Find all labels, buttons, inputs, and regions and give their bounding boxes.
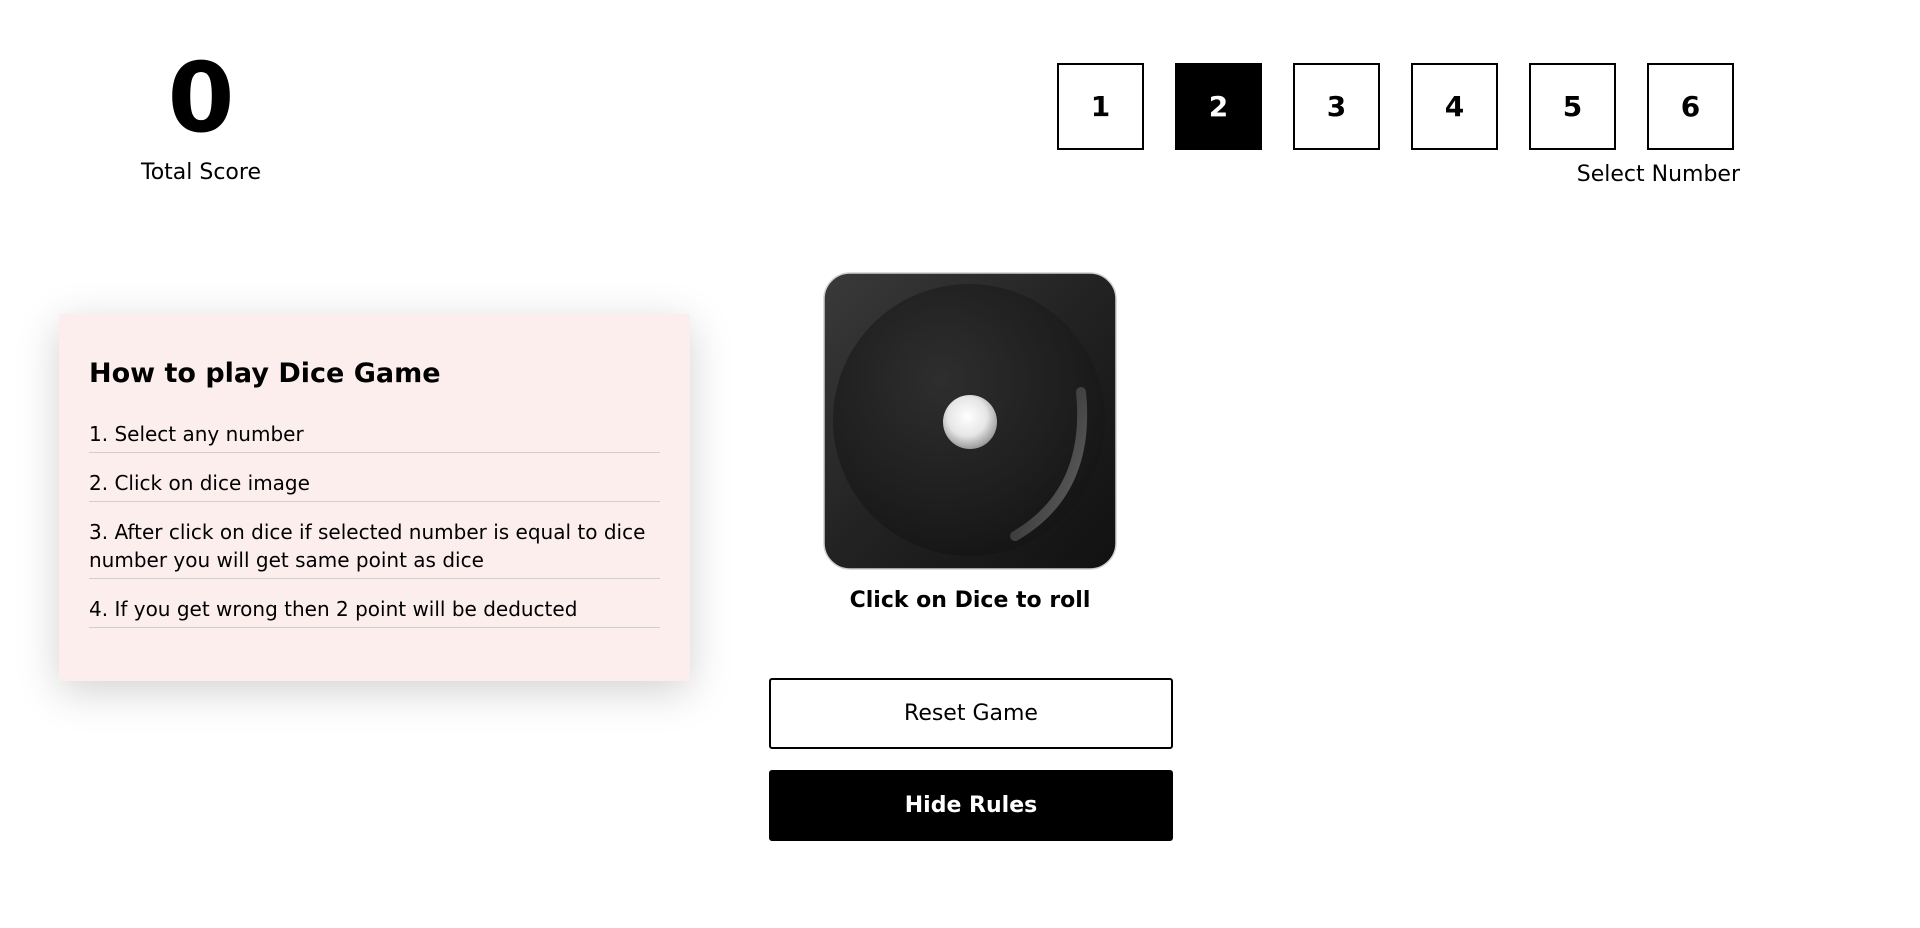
- number-box-3[interactable]: 3: [1293, 63, 1380, 150]
- dice-face-one-icon[interactable]: [823, 272, 1117, 570]
- rule-item: 1. Select any number: [89, 414, 660, 453]
- hide-rules-button[interactable]: Hide Rules: [769, 770, 1173, 841]
- number-box-5[interactable]: 5: [1529, 63, 1616, 150]
- rule-item: 3. After click on dice if selected numbe…: [89, 512, 660, 579]
- rules-title: How to play Dice Game: [89, 358, 441, 389]
- dice-game-page: 0 Total Score 1 2 3 4 5 6 Select Number …: [0, 0, 1920, 928]
- dice-area: Click on Dice to roll: [823, 272, 1117, 613]
- rule-item: 4. If you get wrong then 2 point will be…: [89, 589, 660, 628]
- number-box-4[interactable]: 4: [1411, 63, 1498, 150]
- number-box-1[interactable]: 1: [1057, 63, 1144, 150]
- dice-caption: Click on Dice to roll: [849, 588, 1091, 613]
- total-score-value: 0: [167, 42, 235, 154]
- score-block: 0 Total Score: [140, 50, 262, 186]
- rules-panel: How to play Dice Game 1. Select any numb…: [59, 314, 690, 681]
- total-score-label: Total Score: [141, 160, 261, 185]
- number-selector: 1 2 3 4 5 6 Select Number: [1057, 63, 1740, 188]
- number-box-row: 1 2 3 4 5 6: [1057, 63, 1740, 150]
- select-number-label: Select Number: [1576, 162, 1740, 187]
- number-box-2[interactable]: 2: [1175, 63, 1262, 150]
- reset-game-button[interactable]: Reset Game: [769, 678, 1173, 749]
- number-box-6[interactable]: 6: [1647, 63, 1734, 150]
- rule-item: 2. Click on dice image: [89, 463, 660, 502]
